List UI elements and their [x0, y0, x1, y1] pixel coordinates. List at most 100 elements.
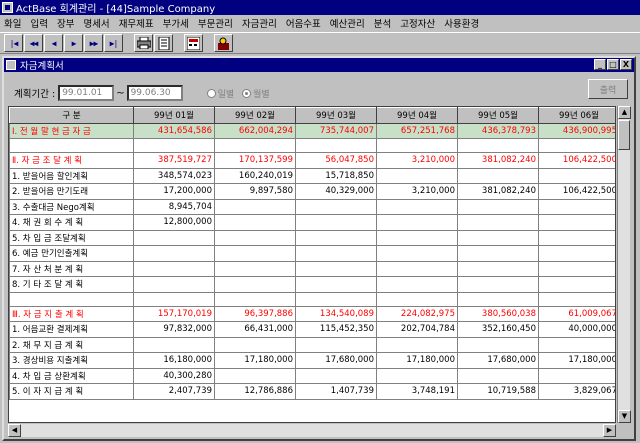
- value-cell[interactable]: [133, 245, 215, 262]
- value-cell[interactable]: [538, 276, 615, 293]
- value-cell[interactable]: [538, 291, 615, 307]
- value-cell[interactable]: [214, 214, 296, 231]
- table-row[interactable]: Ⅰ. 전 월 말 현 금 자 금 431,654,586 662,004,294 73…: [9, 122, 615, 139]
- table-row[interactable]: 4. 차 입 금 상환계획 40,300,280: [9, 367, 615, 384]
- row-label[interactable]: [9, 291, 134, 307]
- value-cell[interactable]: [295, 198, 377, 215]
- table-row[interactable]: [9, 291, 615, 307]
- table-row[interactable]: 1. 어음교환 결제계획 97,832,000 66,431,000 115,452,…: [9, 321, 615, 338]
- table-row[interactable]: 2. 채 무 지 급 계 획: [9, 336, 615, 353]
- row-label[interactable]: 3. 수출대금 Nego계획: [9, 198, 134, 215]
- last-record-icon[interactable]: ▶|: [104, 34, 123, 52]
- value-cell[interactable]: 134,540,089: [295, 305, 377, 322]
- value-cell[interactable]: 8,945,704: [133, 198, 215, 215]
- table-row[interactable]: Ⅱ. 자 금 조 달 계 획 387,519,727 170,137,599 56,0…: [9, 152, 615, 169]
- value-cell[interactable]: [376, 367, 458, 384]
- value-cell[interactable]: [538, 198, 615, 215]
- period-from-input[interactable]: 99.01.01: [58, 85, 115, 101]
- value-cell[interactable]: [376, 291, 458, 307]
- calc-icon[interactable]: [184, 34, 203, 52]
- value-cell[interactable]: 12,800,000: [133, 214, 215, 231]
- row-label[interactable]: 4. 채 권 회 수 계 획: [9, 214, 134, 231]
- value-cell[interactable]: [376, 276, 458, 293]
- table-row[interactable]: 5. 차 입 금 조달계획: [9, 229, 615, 246]
- value-cell[interactable]: [538, 138, 615, 153]
- value-cell[interactable]: 2,407,739: [133, 383, 215, 400]
- value-cell[interactable]: [457, 291, 539, 307]
- value-cell[interactable]: [295, 214, 377, 231]
- value-cell[interactable]: 662,004,294: [214, 122, 296, 139]
- next-page-icon[interactable]: ▶▶: [84, 34, 103, 52]
- row-label[interactable]: 8. 기 타 조 달 계 획: [9, 276, 134, 293]
- row-label[interactable]: 2. 받을어음 만기도래: [9, 183, 134, 200]
- table-row[interactable]: Ⅲ. 자 금 지 출 계 획 157,170,019 96,397,886 134,5…: [9, 305, 615, 322]
- value-cell[interactable]: [376, 229, 458, 246]
- scroll-right-icon[interactable]: ▶: [603, 424, 616, 437]
- menu-settings[interactable]: 사용환경: [444, 16, 479, 30]
- value-cell[interactable]: [376, 245, 458, 262]
- value-cell[interactable]: [214, 138, 296, 153]
- value-cell[interactable]: 3,210,000: [376, 152, 458, 169]
- close-button[interactable]: X: [620, 59, 632, 70]
- value-cell[interactable]: [133, 138, 215, 153]
- value-cell[interactable]: 106,422,500: [538, 152, 615, 169]
- value-cell[interactable]: 17,180,000: [538, 352, 615, 369]
- value-cell[interactable]: 115,452,350: [295, 321, 377, 338]
- value-cell[interactable]: 66,431,000: [214, 321, 296, 338]
- print-icon[interactable]: [134, 34, 153, 52]
- prev-page-icon[interactable]: ◀◀: [24, 34, 43, 52]
- value-cell[interactable]: [295, 367, 377, 384]
- daily-radio[interactable]: [206, 88, 216, 98]
- row-label[interactable]: 5. 차 입 금 조달계획: [9, 229, 134, 246]
- value-cell[interactable]: 170,137,599: [214, 152, 296, 169]
- scroll-left-icon[interactable]: ◀: [8, 424, 21, 437]
- value-cell[interactable]: [457, 260, 539, 277]
- value-cell[interactable]: [295, 276, 377, 293]
- value-cell[interactable]: 381,082,240: [457, 152, 539, 169]
- value-cell[interactable]: [457, 229, 539, 246]
- value-cell[interactable]: [133, 229, 215, 246]
- menu-dept[interactable]: 부문관리: [198, 16, 233, 30]
- value-cell[interactable]: [457, 138, 539, 153]
- minimize-button[interactable]: _: [594, 59, 606, 70]
- value-cell[interactable]: 17,680,000: [295, 352, 377, 369]
- menu-statements[interactable]: 명세서: [83, 16, 109, 30]
- table-row[interactable]: 3. 경상비용 지출계획 16,180,000 17,180,000 17,680,0…: [9, 352, 615, 369]
- scroll-down-icon[interactable]: ▼: [618, 410, 631, 423]
- row-label[interactable]: 4. 차 입 금 상환계획: [9, 367, 134, 384]
- value-cell[interactable]: 17,200,000: [133, 183, 215, 200]
- menu-budget[interactable]: 예산관리: [330, 16, 365, 30]
- value-cell[interactable]: [214, 245, 296, 262]
- row-label[interactable]: 6. 예금 만기인출계획: [9, 245, 134, 262]
- value-cell[interactable]: 15,718,850: [295, 167, 377, 184]
- row-label[interactable]: [9, 138, 134, 153]
- menu-vat[interactable]: 부가세: [163, 16, 189, 30]
- menu-analysis[interactable]: 분석: [374, 16, 391, 30]
- value-cell[interactable]: [295, 229, 377, 246]
- menu-input[interactable]: 입력: [30, 16, 47, 30]
- scroll-thumb[interactable]: [618, 120, 630, 150]
- value-cell[interactable]: 97,832,000: [133, 321, 215, 338]
- table-row[interactable]: 4. 채 권 회 수 계 획 12,800,000: [9, 214, 615, 231]
- horizontal-scrollbar[interactable]: ◀ ▶: [8, 424, 616, 437]
- value-cell[interactable]: 387,519,727: [133, 152, 215, 169]
- value-cell[interactable]: [538, 214, 615, 231]
- value-cell[interactable]: [295, 260, 377, 277]
- row-label[interactable]: 2. 채 무 지 급 계 획: [9, 336, 134, 353]
- value-cell[interactable]: [457, 214, 539, 231]
- value-cell[interactable]: 202,704,784: [376, 321, 458, 338]
- table-row[interactable]: 5. 이 자 지 급 계 획 2,407,739 12,786,886 1,407,7…: [9, 383, 615, 400]
- value-cell[interactable]: 56,047,850: [295, 152, 377, 169]
- preview-icon[interactable]: [154, 34, 173, 52]
- value-cell[interactable]: [376, 167, 458, 184]
- value-cell[interactable]: [538, 260, 615, 277]
- menu-notes[interactable]: 어음수표: [286, 16, 321, 30]
- next-record-icon[interactable]: ▶: [64, 34, 83, 52]
- value-cell[interactable]: 3,829,067: [538, 383, 615, 400]
- vertical-scrollbar[interactable]: ▲ ▼: [617, 106, 631, 423]
- table-row[interactable]: 6. 예금 만기인출계획: [9, 245, 615, 262]
- value-cell[interactable]: [457, 167, 539, 184]
- value-cell[interactable]: 381,082,240: [457, 183, 539, 200]
- value-cell[interactable]: [295, 245, 377, 262]
- value-cell[interactable]: 160,240,019: [214, 167, 296, 184]
